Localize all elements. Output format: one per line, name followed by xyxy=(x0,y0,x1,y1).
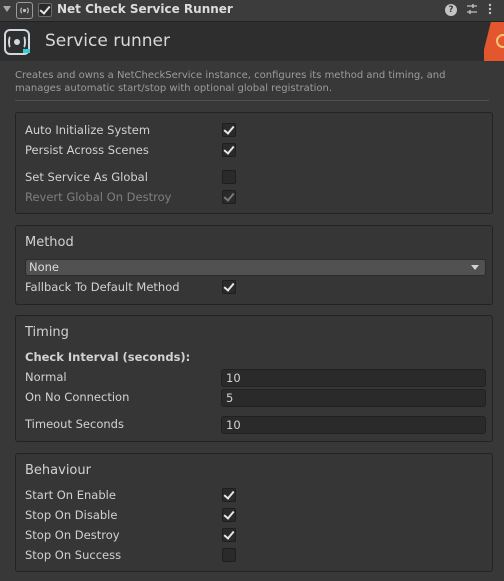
stop-on-success-label: Stop On Success xyxy=(25,548,122,562)
method-selected-value: None xyxy=(29,260,60,274)
method-group: Method None Fallback To Default Method xyxy=(15,225,493,305)
auto-initialize-label: Auto Initialize System xyxy=(25,123,151,137)
component-title: Net Check Service Runner xyxy=(57,2,233,16)
start-on-enable-label: Start On Enable xyxy=(25,488,116,502)
normal-interval-label: Normal xyxy=(25,370,67,384)
fallback-default-method-label: Fallback To Default Method xyxy=(25,280,180,294)
help-icon[interactable]: ? xyxy=(445,4,457,16)
check-icon xyxy=(39,3,51,15)
no-connection-interval-label: On No Connection xyxy=(25,390,130,404)
system-settings-group: Auto Initialize System Persist Across Sc… xyxy=(15,112,493,214)
set-service-as-global-label: Set Service As Global xyxy=(25,170,148,184)
check-icon xyxy=(223,143,235,155)
revert-global-on-destroy-label: Revert Global On Destroy xyxy=(25,190,172,204)
check-icon xyxy=(223,528,235,540)
preset-sliders-icon[interactable] xyxy=(466,3,478,18)
check-icon xyxy=(223,488,235,500)
no-connection-interval-input[interactable]: 5 xyxy=(221,389,486,407)
behaviour-title: Behaviour xyxy=(25,463,91,478)
inspector-banner: Service runner xyxy=(0,22,504,61)
broadcast-icon xyxy=(16,2,33,19)
set-service-as-global-checkbox[interactable] xyxy=(222,170,236,184)
foldout-arrow-icon[interactable] xyxy=(3,6,11,12)
persist-across-scenes-label: Persist Across Scenes xyxy=(25,143,149,157)
behaviour-group: Behaviour Start On Enable Stop On Disabl… xyxy=(15,453,493,572)
check-icon xyxy=(223,280,235,292)
check-icon xyxy=(223,190,235,202)
auto-initialize-checkbox[interactable] xyxy=(222,123,236,137)
fallback-default-method-checkbox[interactable] xyxy=(222,280,236,294)
timeout-seconds-input[interactable]: 10 xyxy=(221,416,486,434)
stop-on-destroy-label: Stop On Destroy xyxy=(25,528,120,542)
stop-on-destroy-checkbox[interactable] xyxy=(222,528,236,542)
start-on-enable-checkbox[interactable] xyxy=(222,488,236,502)
method-dropdown[interactable]: None xyxy=(25,259,486,276)
timeout-seconds-label: Timeout Seconds xyxy=(25,417,124,431)
check-icon xyxy=(223,508,235,520)
persist-across-scenes-checkbox[interactable] xyxy=(222,143,236,157)
method-title: Method xyxy=(25,235,74,250)
chevron-down-icon xyxy=(471,265,479,270)
divider xyxy=(15,100,489,101)
check-interval-heading: Check Interval (seconds): xyxy=(25,350,191,364)
stop-on-disable-label: Stop On Disable xyxy=(25,508,118,522)
revert-global-on-destroy-checkbox xyxy=(222,190,236,204)
timing-group: Timing Check Interval (seconds): Normal … xyxy=(15,315,493,442)
description-text: Creates and owns a NetCheckService insta… xyxy=(15,70,446,94)
timing-title: Timing xyxy=(25,325,69,340)
stop-on-disable-checkbox[interactable] xyxy=(222,508,236,522)
component-header: Net Check Service Runner ? xyxy=(0,0,504,22)
kebab-menu-icon[interactable] xyxy=(487,3,493,18)
normal-interval-input[interactable]: 10 xyxy=(221,369,486,387)
banner-title: Service runner xyxy=(45,31,170,51)
component-enable-checkbox[interactable] xyxy=(38,3,52,17)
stop-on-success-checkbox[interactable] xyxy=(222,548,236,562)
service-runner-logo-icon xyxy=(4,29,30,55)
check-icon xyxy=(223,123,235,135)
brand-logo-icon xyxy=(484,22,504,61)
